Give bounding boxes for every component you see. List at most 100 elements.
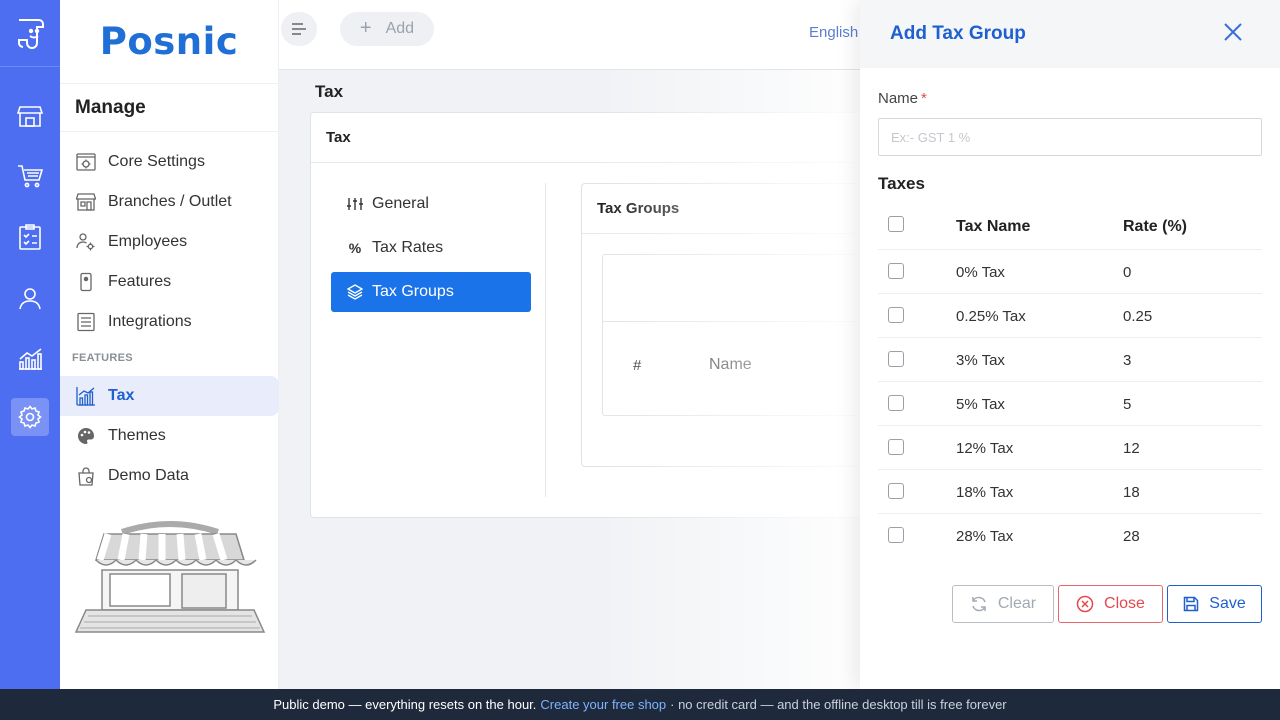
sidebar-item-label: Branches / Outlet <box>108 193 232 210</box>
tab-tax-groups[interactable]: Tax Groups <box>331 272 531 312</box>
table-row: 28% Tax 28 <box>878 514 1262 558</box>
row-checkbox[interactable] <box>888 439 904 455</box>
banner-text: Public demo — everything resets on the h… <box>273 697 537 712</box>
tabs-divider <box>545 183 546 497</box>
column-header-rate: Rate (%) <box>1123 218 1188 235</box>
tax-rate-cell: 18 <box>1123 484 1140 501</box>
sidebar-item-label: Demo Data <box>108 467 189 484</box>
rail-settings-button[interactable] <box>11 398 49 436</box>
close-icon[interactable] <box>1222 21 1244 43</box>
sidebar-item-label: Themes <box>108 427 166 444</box>
row-checkbox[interactable] <box>888 527 904 543</box>
tax-settings-card: Tax General % Tax Rates Tax Groups Tax G… <box>310 112 913 518</box>
percent-icon: % <box>348 240 362 256</box>
table-row: 5% Tax 5 <box>878 382 1262 426</box>
table-row: 3% Tax 3 <box>878 338 1262 382</box>
select-all-checkbox[interactable] <box>888 216 904 232</box>
sidebar-item-core-settings[interactable]: Core Settings <box>60 142 279 182</box>
tax-rate-cell: 3 <box>1123 352 1132 369</box>
shop-illustration <box>74 521 266 633</box>
row-checkbox[interactable] <box>888 483 904 499</box>
create-shop-link[interactable]: Create your free shop <box>540 697 666 712</box>
column-header-name[interactable]: Name <box>709 356 752 374</box>
tax-group-name-input[interactable] <box>878 118 1262 156</box>
sidebar-item-label: Core Settings <box>108 153 205 170</box>
bag-icon <box>75 465 97 487</box>
banner-note: · no credit card — and the offline deskt… <box>670 697 1007 712</box>
cart-icon <box>18 165 43 188</box>
table-row: 12% Tax 12 <box>878 426 1262 470</box>
tab-label: General <box>372 195 429 212</box>
sidebar-item-branches[interactable]: Branches / Outlet <box>60 182 279 222</box>
page-title: Tax <box>315 82 344 101</box>
features-section-label: FEATURES <box>72 352 133 364</box>
add-button[interactable]: + Add <box>340 12 434 46</box>
taxes-table: Tax Name Rate (%) 0% Tax 0 0.25% Tax 0.2… <box>878 204 1262 558</box>
palette-icon <box>75 425 97 447</box>
users-gear-icon <box>75 231 97 253</box>
tab-label: Tax Rates <box>372 239 444 256</box>
chart-icon <box>75 385 97 407</box>
menu-toggle-button[interactable] <box>281 12 317 46</box>
sidebar-item-employees[interactable]: Employees <box>60 222 279 262</box>
drawer-header: Add Tax Group <box>860 0 1280 68</box>
sidebar-item-label: Integrations <box>108 313 192 330</box>
tax-name-cell: 3% Tax <box>956 352 1005 369</box>
refresh-icon <box>970 596 988 612</box>
tax-name-cell: 5% Tax <box>956 396 1005 413</box>
close-button-label: Close <box>1104 595 1145 612</box>
tax-rate-cell: 0 <box>1123 264 1132 281</box>
name-label: Name * <box>878 90 927 107</box>
tab-general[interactable]: General <box>331 184 531 224</box>
row-checkbox[interactable] <box>888 263 904 279</box>
sidebar-item-demo-data[interactable]: Demo Data <box>60 456 279 496</box>
tax-name-cell: 0.25% Tax <box>956 308 1026 325</box>
rail-divider <box>0 66 60 67</box>
rail-clipboard-button[interactable] <box>11 218 49 256</box>
plus-icon: + <box>359 16 372 39</box>
sidebar: Posnic Manage Core Settings Branches / O… <box>60 0 279 689</box>
row-checkbox[interactable] <box>888 395 904 411</box>
column-header-index: # <box>633 357 642 374</box>
icon-rail <box>0 0 60 689</box>
sidebar-item-features[interactable]: Features <box>60 262 279 302</box>
add-button-label: Add <box>385 20 415 37</box>
language-selector[interactable]: English <box>809 24 858 41</box>
column-header-tax-name: Tax Name <box>956 218 1031 235</box>
rail-store-button[interactable] <box>11 97 49 135</box>
sidebar-item-tax[interactable]: Tax <box>60 376 279 416</box>
sliders-icon <box>347 197 363 211</box>
brand-name: Posnic <box>99 20 239 63</box>
sidebar-item-integrations[interactable]: Integrations <box>60 302 279 342</box>
clear-button-label: Clear <box>997 595 1037 612</box>
tax-name-cell: 28% Tax <box>956 528 1014 545</box>
rail-reports-button[interactable] <box>11 340 49 378</box>
user-icon <box>19 288 41 310</box>
tax-name-cell: 18% Tax <box>956 484 1014 501</box>
sidebar-item-themes[interactable]: Themes <box>60 416 279 456</box>
save-button[interactable]: Save <box>1167 585 1262 623</box>
taxes-heading: Taxes <box>878 174 925 193</box>
layers-icon <box>347 284 363 300</box>
settings-screen-icon <box>75 151 97 173</box>
sidebar-section-title: Manage <box>60 84 278 132</box>
table-row: 0.25% Tax 0.25 <box>878 294 1262 338</box>
name-label-text: Name <box>878 90 919 107</box>
row-checkbox[interactable] <box>888 351 904 367</box>
tax-name-cell: 0% Tax <box>956 264 1005 281</box>
store-icon <box>17 106 43 127</box>
app-logo-icon[interactable] <box>11 14 49 50</box>
sidebar-item-label: Features <box>108 273 172 290</box>
brand-logo[interactable]: Posnic <box>60 0 278 84</box>
rail-cart-button[interactable] <box>11 157 49 195</box>
close-button[interactable]: Close <box>1058 585 1163 623</box>
tab-tax-rates[interactable]: % Tax Rates <box>331 228 531 268</box>
clipboard-icon <box>19 224 41 250</box>
rail-user-button[interactable] <box>11 279 49 317</box>
row-checkbox[interactable] <box>888 307 904 323</box>
clear-button[interactable]: Clear <box>952 585 1054 623</box>
tax-name-cell: 12% Tax <box>956 440 1014 457</box>
table-row: 0% Tax 0 <box>878 250 1262 294</box>
phone-icon <box>75 271 97 293</box>
bar-chart-icon <box>19 348 42 370</box>
